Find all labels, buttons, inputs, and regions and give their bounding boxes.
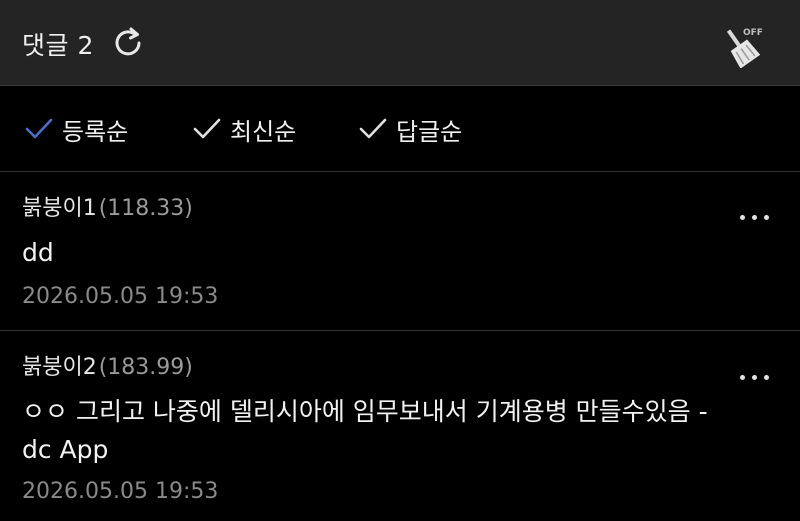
sort-option-label: 등록순 — [62, 117, 129, 146]
broom-off-badge: OFF — [743, 28, 763, 38]
comments-header: 댓글 2 OFF — [0, 0, 800, 86]
author-ip: (183.99) — [98, 355, 193, 380]
check-icon — [25, 118, 53, 139]
comment-text: ㅇㅇ 그리고 나중에 델리시아에 임무보내서 기계용병 만들수있음 - dc A… — [22, 393, 782, 469]
comment-author[interactable]: 붉붕이1(118.33) — [22, 190, 193, 222]
comment-author[interactable]: 붉붕이2(183.99) — [22, 349, 193, 381]
more-options-icon[interactable] — [740, 205, 776, 220]
sort-option-label: 답글순 — [396, 117, 463, 146]
author-nickname: 붉붕이2 — [22, 355, 97, 380]
comment-item: 붉붕이2(183.99) ㅇㅇ 그리고 나중에 델리시아에 임무보내서 기계용병… — [0, 331, 800, 521]
sort-bar: 등록순 최신순 답글순 — [0, 86, 800, 172]
comment-text: dd — [22, 238, 54, 267]
sort-option-latest[interactable]: 최신순 — [192, 113, 297, 146]
sort-option-registered[interactable]: 등록순 — [24, 113, 129, 146]
refresh-icon[interactable] — [110, 25, 146, 61]
sort-option-replies[interactable]: 답글순 — [358, 113, 463, 146]
more-options-icon[interactable] — [740, 365, 776, 380]
broom-off-icon[interactable]: OFF — [720, 24, 764, 68]
comment-text-line: dc App — [22, 435, 109, 464]
author-nickname: 붉붕이1 — [22, 196, 97, 221]
author-ip: (118.33) — [98, 196, 193, 221]
comment-date: 2026.05.05 19:53 — [22, 479, 219, 504]
comment-text-line: ㅇㅇ 그리고 나중에 델리시아에 임무보내서 기계용병 만들수있음 - — [22, 397, 708, 426]
check-icon — [193, 118, 221, 139]
check-icon — [359, 118, 387, 139]
comment-item: 붉붕이1(118.33) dd 2026.05.05 19:53 — [0, 172, 800, 331]
comments-count-title: 댓글 2 — [22, 31, 94, 60]
sort-option-label: 최신순 — [230, 117, 297, 146]
comment-date: 2026.05.05 19:53 — [22, 284, 219, 309]
comments-screen: 댓글 2 OFF 등록순 최신순 답글순 붉붕이1(118.33) dd 202… — [0, 0, 800, 521]
